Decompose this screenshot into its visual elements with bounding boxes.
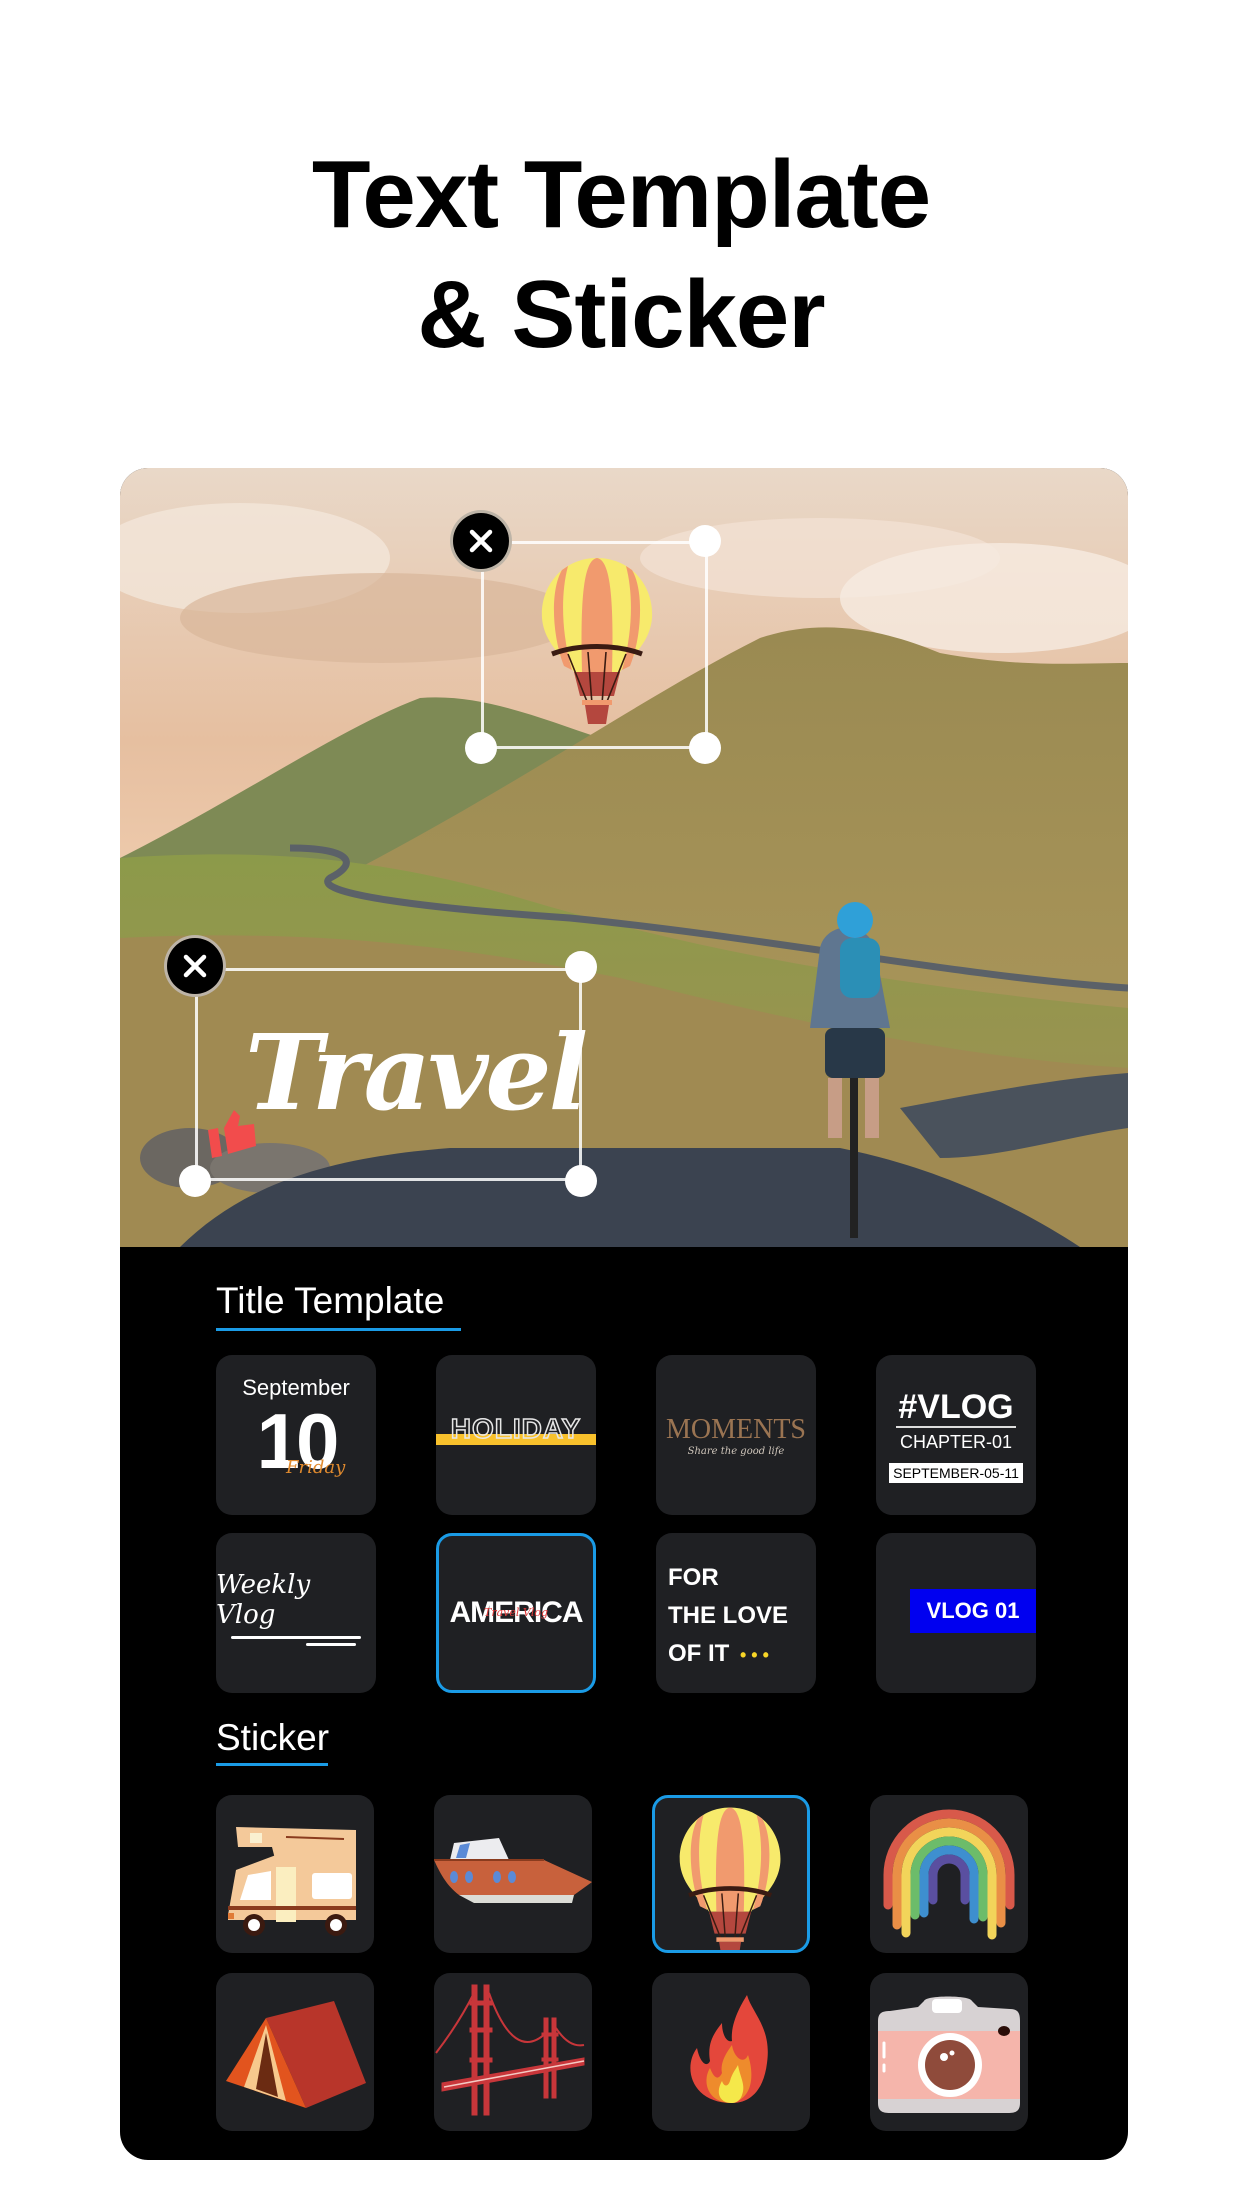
sticker-heading: Sticker — [216, 1717, 330, 1758]
underline-stroke — [306, 1643, 356, 1646]
bridge-icon — [435, 1984, 585, 2116]
tile-line-2: THE LOVE — [668, 1602, 789, 1629]
hot-air-balloon-icon — [541, 558, 653, 724]
tile-weekday: Friday — [286, 1457, 346, 1478]
title-tile-weekly-vlog[interactable]: Weekly Vlog — [216, 1533, 376, 1693]
title-tile-moments[interactable]: MOMENTS Share the good life — [656, 1355, 816, 1515]
travel-text-overlay[interactable]: Travel — [245, 1008, 588, 1138]
sticker-tile-tent[interactable] — [216, 1973, 374, 2131]
close-icon — [183, 954, 207, 978]
tile-moments-text: MOMENTS — [665, 1413, 806, 1445]
title-tile-holiday[interactable]: HOLIDAY — [436, 1355, 596, 1515]
fire-icon — [690, 1995, 768, 2103]
headline-line-1: Text Template — [311, 141, 931, 248]
sticker-tile-rainbow[interactable] — [870, 1795, 1028, 1953]
tile-vlog-hashtag: #VLOG — [896, 1387, 1016, 1428]
camera-icon — [878, 1996, 1020, 2113]
title-tile-vlog-01[interactable]: VLOG 01 — [876, 1533, 1036, 1693]
title-template-underline — [216, 1328, 461, 1331]
remove-text-button[interactable] — [164, 935, 226, 997]
title-tile-vlog-chapter[interactable]: #VLOG CHAPTER-01 SEPTEMBER-05-11 — [876, 1355, 1036, 1515]
hot-air-balloon-icon — [679, 1807, 781, 1950]
title-tile-america[interactable]: AMERICA Travel Vlog — [436, 1533, 596, 1693]
close-icon — [469, 529, 493, 553]
remove-sticker-button[interactable] — [450, 510, 512, 572]
tile-america-script: Travel Vlog — [483, 1606, 549, 1619]
tent-icon — [226, 2001, 366, 2108]
resize-handle-bottom-right[interactable] — [565, 1165, 597, 1197]
headline-line-2: & Sticker — [417, 261, 825, 368]
yacht-icon — [434, 1838, 592, 1903]
tile-vlog01-text: VLOG 01 — [910, 1589, 1036, 1633]
tile-vlog-date: SEPTEMBER-05-11 — [889, 1462, 1023, 1483]
tile-holiday-text: HOLIDAY — [450, 1412, 582, 1445]
title-tile-for-the-love[interactable]: FOR THE LOVE OF IT • • • — [656, 1533, 816, 1693]
title-tile-september-10[interactable]: September 10 Friday — [216, 1355, 376, 1515]
resize-handle-bottom-left[interactable] — [179, 1165, 211, 1197]
sticker-tile-yacht[interactable] — [434, 1795, 592, 1953]
tile-line-3: OF IT — [668, 1640, 730, 1667]
resize-handle-bottom-right[interactable] — [689, 732, 721, 764]
tile-moments-script: Share the good life — [687, 1445, 785, 1457]
sticker-tile-fire[interactable] — [652, 1973, 810, 2131]
editor-panel: Travel Title Template September 10 Frida… — [120, 468, 1128, 2160]
sticker-tile-camera[interactable] — [870, 1973, 1028, 2131]
sticker-tile-golden-gate-bridge[interactable] — [434, 1973, 592, 2131]
photo-canvas[interactable]: Travel — [120, 468, 1128, 1247]
tile-vlog-chapter: CHAPTER-01 — [899, 1431, 1013, 1452]
resize-handle-top-right[interactable] — [689, 525, 721, 557]
thumbs-up-icon — [208, 1110, 256, 1158]
underline-stroke — [231, 1636, 361, 1639]
tile-line-1: FOR — [668, 1564, 719, 1591]
sticker-underline — [216, 1763, 328, 1766]
resize-handle-top-right[interactable] — [565, 951, 597, 983]
tile-weekly-vlog-text: Weekly Vlog — [216, 1570, 311, 1630]
title-template-heading: Title Template — [216, 1280, 445, 1321]
tile-dots: • • • — [740, 1645, 769, 1665]
sticker-tile-camper-van[interactable] — [216, 1795, 374, 1953]
resize-handle-bottom-left[interactable] — [465, 732, 497, 764]
camper-van-icon — [228, 1827, 356, 1936]
sticker-tile-hot-air-balloon[interactable] — [652, 1795, 810, 1953]
rainbow-icon — [883, 1809, 1015, 1940]
